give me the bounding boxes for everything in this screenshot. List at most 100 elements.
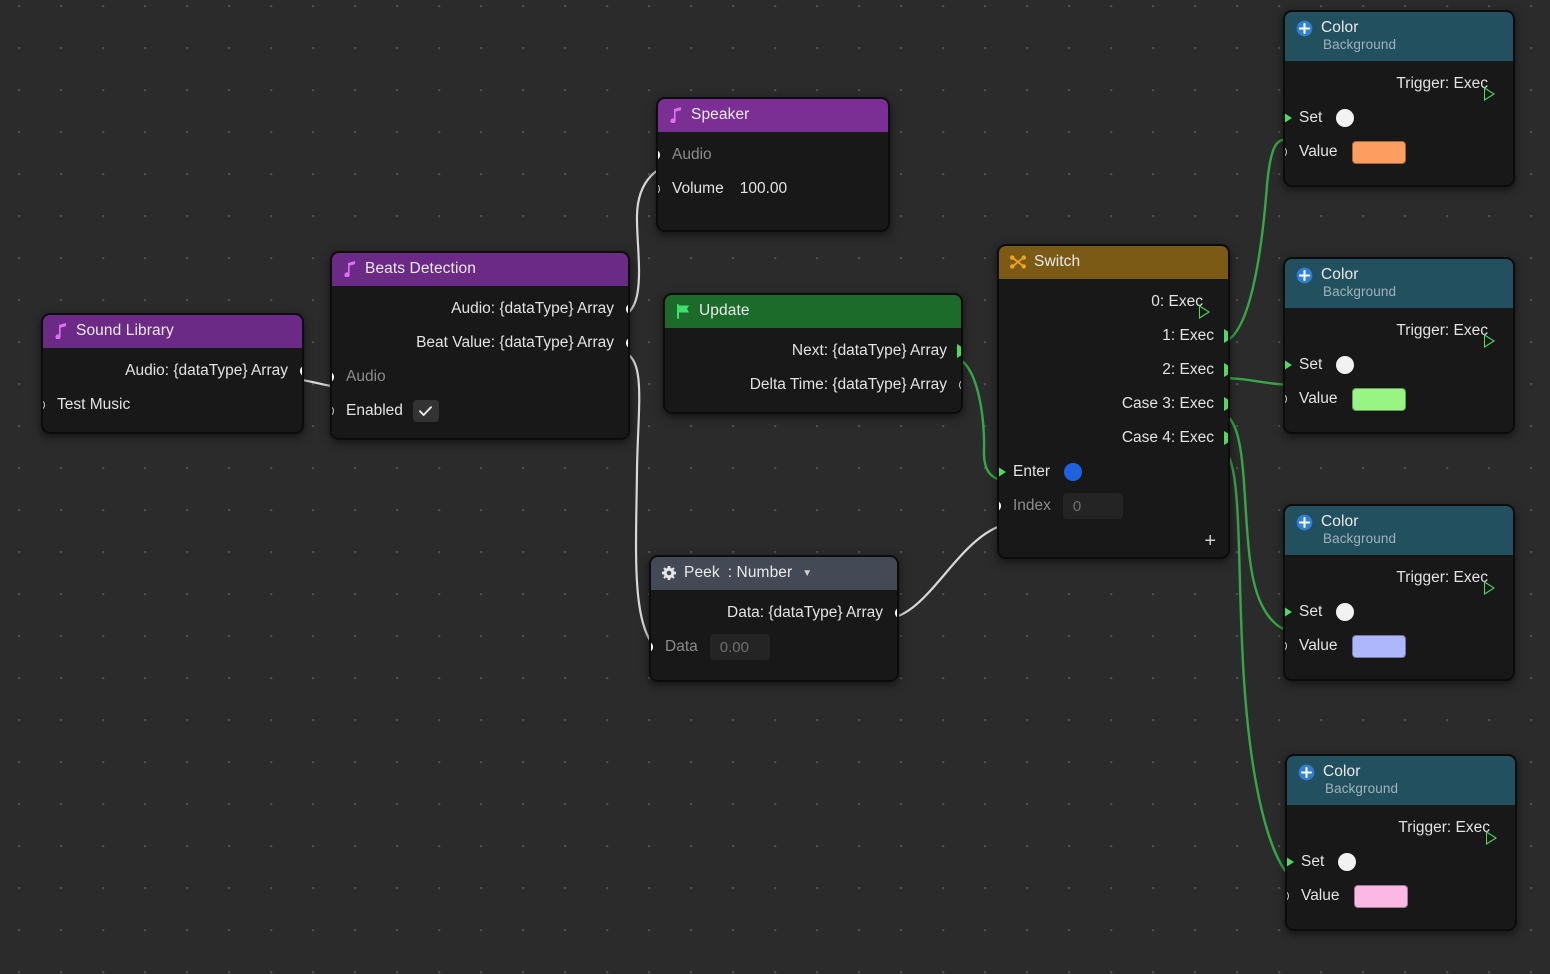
node-switch[interactable]: Switch 0: Exec 1: Exec 2: Exec Case 3: E… (997, 244, 1230, 559)
output-port-delta-time[interactable] (959, 379, 961, 391)
port-row-output-case-0[interactable]: 0: Exec (999, 285, 1228, 319)
port-row-output-data[interactable]: Data: {dataType} Array (651, 596, 897, 630)
input-port-set-exec[interactable] (1287, 855, 1294, 869)
enter-toggle[interactable] (1064, 463, 1083, 481)
port-row-output-next[interactable]: Next: {dataType} Array (665, 334, 961, 368)
output-port-trigger-exec[interactable] (1486, 831, 1497, 845)
port-row-output-delta-time[interactable]: Delta Time: {dataType} Array (665, 368, 961, 402)
node-speaker[interactable]: Speaker Audio Volume 100.00 (656, 97, 890, 232)
output-port-case-3-exec[interactable] (1224, 397, 1228, 411)
port-row-output-case-2[interactable]: 2: Exec (999, 353, 1228, 387)
port-row-input-value[interactable]: Value (1285, 135, 1513, 169)
output-port-beat-value[interactable] (626, 337, 628, 349)
output-port-trigger-exec[interactable] (1484, 581, 1495, 595)
output-port-case-4-exec[interactable] (1224, 431, 1228, 445)
port-row-input-volume[interactable]: Volume 100.00 (658, 172, 888, 206)
port-row-input-enter[interactable]: Enter (999, 455, 1228, 489)
output-port-case-0-exec[interactable] (1199, 305, 1210, 319)
output-port-trigger-exec[interactable] (1484, 87, 1495, 101)
port-row-input-index[interactable]: Index 0 (999, 489, 1228, 523)
node-color-3[interactable]: Color Background Trigger: Exec Set Value (1283, 504, 1515, 681)
node-header-speaker[interactable]: Speaker (658, 99, 888, 132)
node-header-color-1[interactable]: Color Background (1285, 12, 1513, 61)
color-swatch[interactable] (1351, 140, 1406, 164)
node-color-1[interactable]: Color Background Trigger: Exec Set Value (1283, 10, 1515, 187)
port-row-output-trigger[interactable]: Trigger: Exec (1285, 561, 1513, 595)
node-type-selector[interactable]: : Number (728, 564, 793, 582)
output-port-audio[interactable] (300, 365, 302, 377)
port-row-output-audio[interactable]: Audio: {dataType} Array (332, 292, 628, 326)
index-value-field[interactable]: 0 (1062, 493, 1123, 519)
input-port-set-exec[interactable] (1285, 605, 1292, 619)
input-port-audio[interactable] (658, 149, 660, 161)
input-port-value[interactable] (1285, 146, 1287, 158)
input-port-enter-exec[interactable] (999, 465, 1006, 479)
port-row-input-audio[interactable]: Audio (658, 138, 888, 172)
port-label: Value (1299, 143, 1338, 160)
output-port-audio[interactable] (626, 303, 628, 315)
set-toggle[interactable] (1336, 356, 1355, 374)
port-row-output-case-3[interactable]: Case 3: Exec (999, 387, 1228, 421)
input-port-set-exec[interactable] (1285, 111, 1292, 125)
port-row-output-trigger[interactable]: Trigger: Exec (1287, 811, 1515, 845)
node-peek[interactable]: Peek : Number ▼ Data: {dataType} Array D… (649, 555, 899, 682)
input-port-enabled[interactable] (332, 405, 334, 417)
output-port-data[interactable] (895, 607, 897, 619)
enabled-checkbox[interactable] (412, 400, 439, 422)
output-port-case-1-exec[interactable] (1224, 329, 1228, 343)
node-header-peek[interactable]: Peek : Number ▼ (651, 557, 897, 590)
port-row-input-data[interactable]: Data 0.00 (651, 630, 897, 664)
color-swatch[interactable] (1353, 884, 1408, 908)
node-header-beats-detection[interactable]: Beats Detection (332, 253, 628, 286)
port-row-input-set[interactable]: Set (1285, 101, 1513, 135)
input-port-value[interactable] (1287, 890, 1289, 902)
node-header-switch[interactable]: Switch (999, 246, 1228, 279)
node-color-2[interactable]: Color Background Trigger: Exec Set Value (1283, 257, 1515, 434)
port-row-output-trigger[interactable]: Trigger: Exec (1285, 314, 1513, 348)
node-header-update[interactable]: Update (665, 295, 961, 328)
node-color-4[interactable]: Color Background Trigger: Exec Set Value (1285, 754, 1517, 931)
port-row-input-set[interactable]: Set (1287, 845, 1515, 879)
port-row-input-set[interactable]: Set (1285, 348, 1513, 382)
input-port-value[interactable] (1285, 393, 1287, 405)
color-swatch[interactable] (1351, 387, 1406, 411)
port-row-output-case-4[interactable]: Case 4: Exec (999, 421, 1228, 455)
volume-value[interactable]: 100.00 (740, 180, 787, 198)
input-port-volume[interactable] (658, 183, 660, 195)
set-toggle[interactable] (1336, 603, 1355, 621)
input-port-index[interactable] (999, 500, 1001, 512)
port-row-input-enabled[interactable]: Enabled (332, 394, 628, 428)
output-port-case-2-exec[interactable] (1224, 363, 1228, 377)
output-port-trigger-exec[interactable] (1484, 334, 1495, 348)
node-beats-detection[interactable]: Beats Detection Audio: {dataType} Array … (330, 251, 630, 440)
node-header-color-2[interactable]: Color Background (1285, 259, 1513, 308)
port-row-input-test-music[interactable]: Test Music (43, 388, 302, 422)
data-value-field[interactable]: 0.00 (709, 634, 770, 660)
port-row-input-audio[interactable]: Audio (332, 360, 628, 394)
port-row-output-case-1[interactable]: 1: Exec (999, 319, 1228, 353)
node-sound-library[interactable]: Sound Library Audio: {dataType} Array Te… (41, 313, 304, 434)
port-row-input-set[interactable]: Set (1285, 595, 1513, 629)
node-graph-canvas[interactable]: Sound Library Audio: {dataType} Array Te… (0, 0, 1550, 974)
set-toggle[interactable] (1338, 853, 1357, 871)
port-row-output-trigger[interactable]: Trigger: Exec (1285, 67, 1513, 101)
node-header-color-4[interactable]: Color Background (1287, 756, 1515, 805)
node-header-sound-library[interactable]: Sound Library (43, 315, 302, 348)
port-row-input-value[interactable]: Value (1287, 879, 1515, 913)
chevron-down-icon[interactable]: ▼ (802, 568, 812, 579)
output-port-next-exec[interactable] (957, 344, 961, 358)
port-row-input-value[interactable]: Value (1285, 629, 1513, 663)
port-row-output-beat-value[interactable]: Beat Value: {dataType} Array (332, 326, 628, 360)
input-port-value[interactable] (1285, 640, 1287, 652)
add-case-button[interactable]: + (1204, 531, 1216, 551)
set-toggle[interactable] (1336, 109, 1355, 127)
node-header-color-3[interactable]: Color Background (1285, 506, 1513, 555)
node-update[interactable]: Update Next: {dataType} Array Delta Time… (663, 293, 963, 414)
input-port-data[interactable] (651, 641, 653, 653)
input-port-set-exec[interactable] (1285, 358, 1292, 372)
input-port-audio[interactable] (332, 371, 334, 383)
input-port-test-music[interactable] (43, 399, 45, 411)
port-row-output-audio[interactable]: Audio: {dataType} Array (43, 354, 302, 388)
port-row-input-value[interactable]: Value (1285, 382, 1513, 416)
color-swatch[interactable] (1351, 634, 1406, 658)
